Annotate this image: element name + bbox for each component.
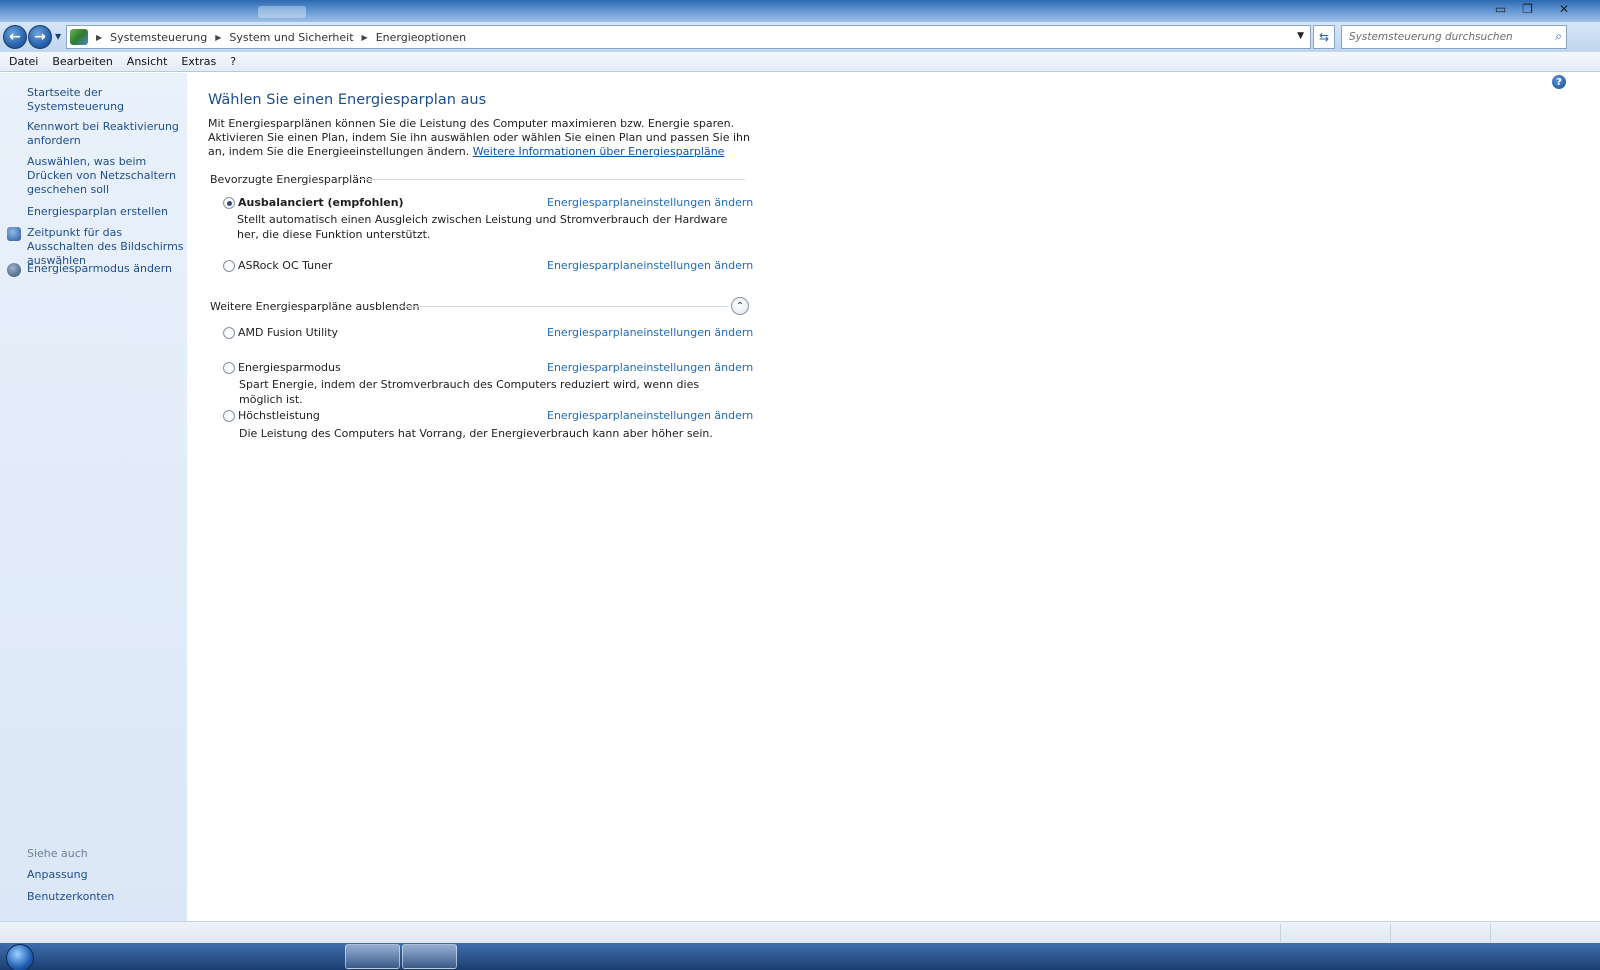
- maximize-button[interactable]: ❐: [1515, 0, 1540, 18]
- breadcrumb-arrow-icon[interactable]: ▶: [215, 33, 221, 42]
- plan-name-ausbalanciert[interactable]: Ausbalanciert (empfohlen): [238, 196, 404, 209]
- address-bar[interactable]: ▶ Systemsteuerung ▶ System und Sicherhei…: [66, 25, 1311, 49]
- see-also-link-anpassung[interactable]: Anpassung: [27, 868, 185, 882]
- sleep-mode-icon: [7, 263, 21, 277]
- status-separator: [1280, 924, 1281, 942]
- menu-extras[interactable]: Extras: [181, 55, 216, 68]
- plan-desc-energiesparmodus: Spart Energie, indem der Stromverbrauch …: [239, 378, 700, 406]
- help-icon[interactable]: ?: [1552, 75, 1566, 89]
- taskbar-item[interactable]: [345, 944, 400, 969]
- search-box[interactable]: ⌕: [1341, 25, 1567, 49]
- plan-desc-hoechstleistung: Die Leistung des Computers hat Vorrang, …: [239, 427, 713, 440]
- display-off-icon: [7, 227, 21, 241]
- plan-name-asrock[interactable]: ASRock OC Tuner: [238, 259, 332, 272]
- right-margin: [1568, 73, 1600, 921]
- start-orb-icon[interactable]: [6, 944, 34, 970]
- plan-name-hoechstleistung[interactable]: Höchstleistung: [238, 409, 320, 422]
- status-separator: [1390, 924, 1391, 942]
- search-icon[interactable]: ⌕: [1555, 29, 1562, 44]
- refresh-button[interactable]: ⇆: [1313, 25, 1335, 49]
- plan-settings-link-asrock[interactable]: Energiesparplaneinstellungen ändern: [547, 259, 753, 272]
- title-bar: ▭ ❐ ✕: [0, 0, 1600, 22]
- plan-settings-link-energiesparmodus[interactable]: Energiesparplaneinstellungen ändern: [547, 361, 753, 374]
- see-also-label: Siehe auch: [27, 847, 88, 860]
- window-controls: ▭ ❐ ✕: [1488, 0, 1586, 18]
- see-also-link-benutzerkonten[interactable]: Benutzerkonten: [27, 890, 185, 904]
- intro-text: Mit Energiesparplänen können Sie die Lei…: [208, 117, 753, 159]
- minimize-button[interactable]: ▭: [1488, 0, 1513, 18]
- search-input[interactable]: [1342, 26, 1537, 48]
- plan-radio-hoechstleistung[interactable]: [223, 410, 235, 422]
- status-bar: [0, 921, 1600, 943]
- back-button[interactable]: ←: [3, 25, 27, 49]
- breadcrumb-item-systemsteuerung[interactable]: Systemsteuerung: [110, 31, 207, 44]
- title-glass: [258, 6, 306, 18]
- sidebar: [0, 73, 187, 921]
- plan-name-amd-fusion[interactable]: AMD Fusion Utility: [238, 326, 338, 339]
- recent-pages-dropdown-icon[interactable]: ▼: [55, 32, 61, 41]
- sidebar-link-home[interactable]: Startseite der Systemsteuerung: [27, 86, 185, 114]
- address-dropdown-icon[interactable]: ▼: [1297, 31, 1304, 41]
- plan-radio-ausbalanciert[interactable]: [223, 197, 235, 209]
- group-divider: [358, 179, 745, 180]
- taskbar: [0, 943, 1600, 970]
- plan-radio-energiesparmodus[interactable]: [223, 362, 235, 374]
- menu-datei[interactable]: Datei: [9, 55, 38, 68]
- close-button[interactable]: ✕: [1542, 0, 1586, 18]
- breadcrumb-item-system-und-sicherheit[interactable]: System und Sicherheit: [229, 31, 353, 44]
- plan-name-energiesparmodus[interactable]: Energiesparmodus: [238, 361, 341, 374]
- breadcrumb-item-energieoptionen[interactable]: Energieoptionen: [376, 31, 466, 44]
- collapse-chevron-icon[interactable]: ⌃: [731, 297, 749, 315]
- breadcrumb-arrow-icon[interactable]: ▶: [96, 33, 102, 42]
- more-plans-header[interactable]: Weitere Energiesparpläne ausblenden: [210, 300, 419, 313]
- menu-help[interactable]: ?: [230, 55, 236, 68]
- plan-settings-link-hoechstleistung[interactable]: Energiesparplaneinstellungen ändern: [547, 409, 753, 422]
- sidebar-link-sleep-mode[interactable]: Energiesparmodus ändern: [27, 262, 185, 276]
- sidebar-link-power-buttons[interactable]: Auswählen, was beim Drücken von Netzscha…: [27, 155, 185, 197]
- menu-bar: Datei Bearbeiten Ansicht Extras ?: [0, 52, 1600, 72]
- plan-radio-amd-fusion[interactable]: [223, 327, 235, 339]
- control-panel-icon: [70, 29, 88, 45]
- forward-button[interactable]: →: [28, 25, 52, 49]
- taskbar-item[interactable]: [402, 944, 457, 969]
- plan-radio-asrock[interactable]: [223, 260, 235, 272]
- sidebar-link-create-plan[interactable]: Energiesparplan erstellen: [27, 205, 185, 219]
- menu-bearbeiten[interactable]: Bearbeiten: [52, 55, 112, 68]
- plan-settings-link-ausbalanciert[interactable]: Energiesparplaneinstellungen ändern: [547, 196, 753, 209]
- group-divider: [399, 306, 729, 307]
- plan-settings-link-amd-fusion[interactable]: Energiesparplaneinstellungen ändern: [547, 326, 753, 339]
- page-title: Wählen Sie einen Energiesparplan aus: [208, 92, 487, 108]
- address-toolbar: ← → ▼ ▶ Systemsteuerung ▶ System und Sic…: [0, 22, 1600, 52]
- breadcrumb-arrow-icon[interactable]: ▶: [362, 33, 368, 42]
- menu-ansicht[interactable]: Ansicht: [127, 55, 168, 68]
- plan-desc-ausbalanciert: Stellt automatisch einen Ausgleich zwisc…: [237, 213, 728, 241]
- sidebar-link-password-on-wakeup[interactable]: Kennwort bei Reaktivierung anfordern: [27, 120, 185, 148]
- breadcrumb: ▶ Systemsteuerung ▶ System und Sicherhei…: [88, 31, 466, 44]
- preferred-plans-header: Bevorzugte Energiesparpläne: [210, 173, 373, 186]
- more-info-link[interactable]: Weitere Informationen über Energiesparpl…: [473, 145, 725, 158]
- status-separator: [1490, 924, 1491, 942]
